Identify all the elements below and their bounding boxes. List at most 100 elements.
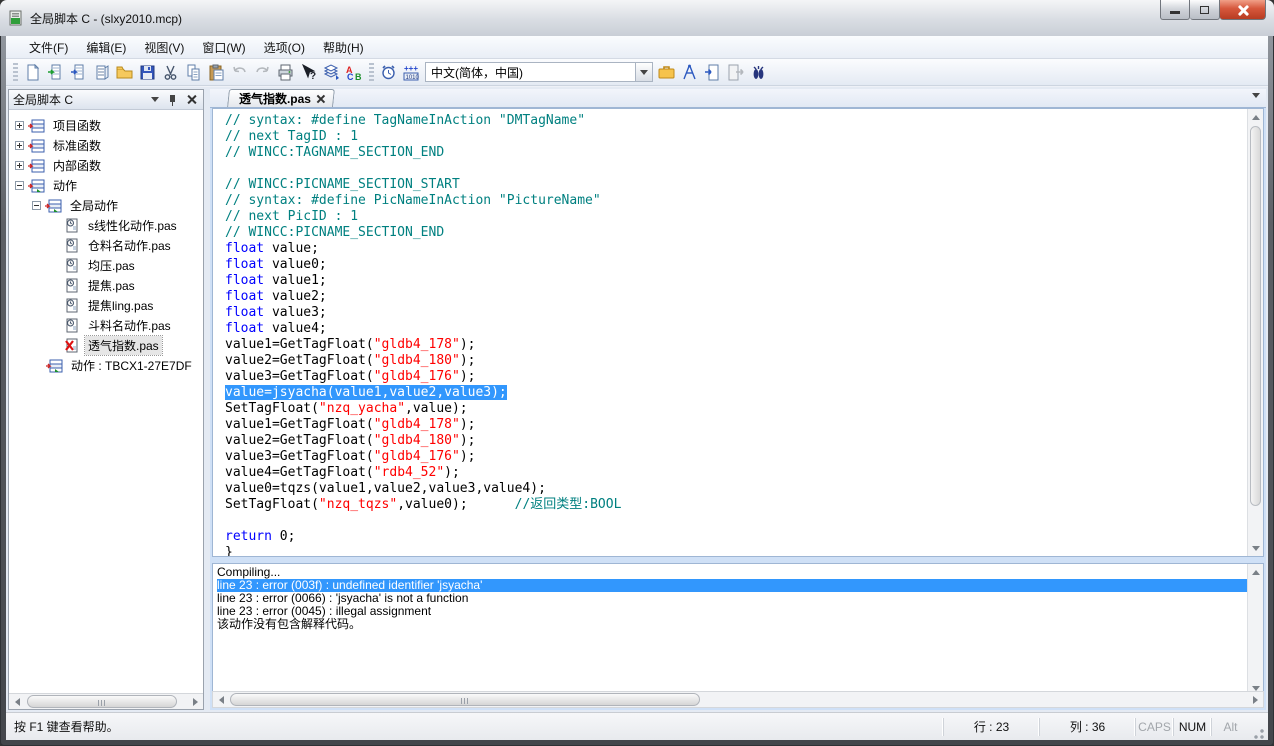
redo-icon[interactable] [251, 61, 274, 83]
toolbox-icon[interactable] [655, 61, 678, 83]
new-file-icon[interactable] [21, 61, 44, 83]
language-combobox[interactable]: 中文(简体，中国) [425, 62, 653, 82]
cut-icon[interactable] [159, 61, 182, 83]
tree-item-仓料名动作-pas[interactable]: 仓料名动作.pas [9, 235, 203, 255]
save-icon[interactable] [136, 61, 159, 83]
language-combobox-value: 中文(简体，中国) [426, 64, 635, 81]
tab-list-dropdown-button[interactable] [1252, 93, 1260, 98]
code-line: value1=GetTagFloat("gldb4_178"); [225, 417, 1247, 433]
tree-item-label: 透气指数.pas [85, 336, 162, 355]
copy-icon[interactable] [182, 61, 205, 83]
code-text[interactable]: // syntax: #define TagNameInAction "DMTa… [213, 109, 1247, 556]
status-line-indicator: 行 : 23 [943, 718, 1039, 736]
status-column-indicator: 列 : 36 [1039, 718, 1135, 736]
close-icon [187, 95, 196, 104]
compile-all-icon[interactable] [320, 61, 343, 83]
minimize-button[interactable] [1160, 0, 1190, 20]
scrollbar-thumb[interactable] [1250, 126, 1261, 506]
restore-button[interactable] [1190, 0, 1220, 20]
tree-item-斗料名动作-pas[interactable]: 斗料名动作.pas [9, 315, 203, 335]
menu-item[interactable]: 编辑(E) [77, 36, 135, 59]
tree-item-全局动作[interactable]: 全局动作 [9, 195, 203, 215]
tree-item-label: 斗料名动作.pas [85, 316, 174, 335]
context-help-icon[interactable]: ? [297, 61, 320, 83]
expand-icon[interactable] [15, 141, 24, 150]
close-button[interactable] [1220, 0, 1266, 20]
output-horizontal-scrollbar[interactable] [212, 691, 1264, 708]
new-project-function-icon[interactable] [44, 61, 67, 83]
editor-pane: 透气指数.pas // syntax: #define TagNameInAct… [210, 89, 1266, 710]
language-combobox-dropdown-button[interactable] [635, 63, 652, 81]
toolbar-grip[interactable] [13, 63, 18, 81]
print-icon[interactable] [274, 61, 297, 83]
new-action-icon[interactable] [90, 61, 113, 83]
script-tree: 项目函数标准函数内部函数动作全局动作s线性化动作.pas仓料名动作.pas均压.… [9, 111, 203, 693]
function-book-icon [28, 158, 46, 173]
scroll-left-arrow[interactable] [213, 692, 229, 707]
new-standard-function-icon[interactable] [67, 61, 90, 83]
tree-item-label: 提焦ling.pas [85, 296, 156, 315]
scrollbar-thumb[interactable] [27, 695, 177, 708]
sidebar-pin-button[interactable] [165, 92, 181, 107]
scroll-right-arrow[interactable] [187, 694, 203, 709]
tab-tqzs-pas[interactable]: 透气指数.pas [227, 89, 335, 107]
sidebar-close-button[interactable] [183, 92, 199, 107]
code-line: value0=tqzs(value1,value2,value3,value4)… [225, 481, 1247, 497]
sidebar-dropdown-button[interactable] [147, 92, 163, 107]
toolbar-grip[interactable] [369, 63, 374, 81]
output-line[interactable]: line 23 : error (0045) : illegal assignm… [217, 605, 1247, 618]
open-folder-icon[interactable] [113, 61, 136, 83]
syntax-check-icon[interactable]: ACB [343, 61, 366, 83]
scrollbar-thumb[interactable] [230, 693, 700, 706]
output-line[interactable]: 该动作没有包含解释代码。 [217, 618, 1247, 631]
tree-item-s线性化动作-pas[interactable]: s线性化动作.pas [9, 215, 203, 235]
tree-item-label: 内部函数 [50, 156, 104, 175]
tab-close-icon[interactable] [317, 95, 325, 103]
expand-icon[interactable] [15, 121, 24, 130]
resize-grip[interactable] [1251, 726, 1265, 740]
svg-text:B: B [355, 72, 362, 81]
menu-item[interactable]: 窗口(W) [193, 36, 254, 59]
svg-text:+++: +++ [404, 64, 418, 73]
tree-item-项目函数[interactable]: 项目函数 [9, 115, 203, 135]
scroll-up-arrow[interactable] [1248, 564, 1264, 580]
code-editor[interactable]: // syntax: #define TagNameInAction "DMTa… [212, 108, 1264, 557]
tree-item-标准函数[interactable]: 标准函数 [9, 135, 203, 155]
export-icon[interactable] [724, 61, 747, 83]
trigger-clock-icon[interactable] [377, 61, 400, 83]
code-line: // WINCC:PICNAME_SECTION_END [225, 225, 1247, 241]
expand-icon[interactable] [15, 161, 24, 170]
scroll-right-arrow[interactable] [1247, 692, 1263, 707]
restore-icon [1200, 6, 1209, 14]
tree-item-动作-TBCX1-27E7DF[interactable]: 动作 : TBCX1-27E7DF [9, 355, 203, 375]
tree-item-动作[interactable]: 动作 [9, 175, 203, 195]
output-vertical-scrollbar[interactable] [1247, 564, 1263, 696]
pas-file-icon [63, 318, 81, 333]
editor-vertical-scrollbar[interactable] [1247, 109, 1263, 556]
status-caps-indicator: CAPS [1135, 718, 1173, 736]
menu-item[interactable]: 帮助(H) [314, 36, 373, 59]
scroll-down-arrow[interactable] [1248, 540, 1264, 556]
tree-item-均压-pas[interactable]: 均压.pas [9, 255, 203, 275]
sidebar-horizontal-scrollbar[interactable] [9, 693, 203, 709]
find-icon[interactable] [747, 61, 770, 83]
compass-icon[interactable] [678, 61, 701, 83]
menu-item[interactable]: 文件(F) [20, 36, 77, 59]
collapse-icon[interactable] [15, 181, 24, 190]
tag-values-icon[interactable]: +++1010 [400, 61, 423, 83]
tree-item-提焦-pas[interactable]: 提焦.pas [9, 275, 203, 295]
paste-icon[interactable] [205, 61, 228, 83]
tree-item-内部函数[interactable]: 内部函数 [9, 155, 203, 175]
tree-item-label: 动作 : TBCX1-27E7DF [68, 356, 195, 375]
scroll-up-arrow[interactable] [1248, 109, 1264, 125]
pas-file-icon [63, 218, 81, 233]
menu-item[interactable]: 视图(V) [135, 36, 193, 59]
tree-item-提焦ling-pas[interactable]: 提焦ling.pas [9, 295, 203, 315]
undo-icon[interactable] [228, 61, 251, 83]
collapse-icon[interactable] [32, 201, 41, 210]
title-bar[interactable]: 全局脚本 C - (slxy2010.mcp) [0, 0, 1274, 36]
menu-item[interactable]: 选项(O) [255, 36, 314, 59]
import-icon[interactable] [701, 61, 724, 83]
tree-item-透气指数-pas[interactable]: 透气指数.pas [9, 335, 203, 355]
scroll-left-arrow[interactable] [9, 694, 25, 709]
